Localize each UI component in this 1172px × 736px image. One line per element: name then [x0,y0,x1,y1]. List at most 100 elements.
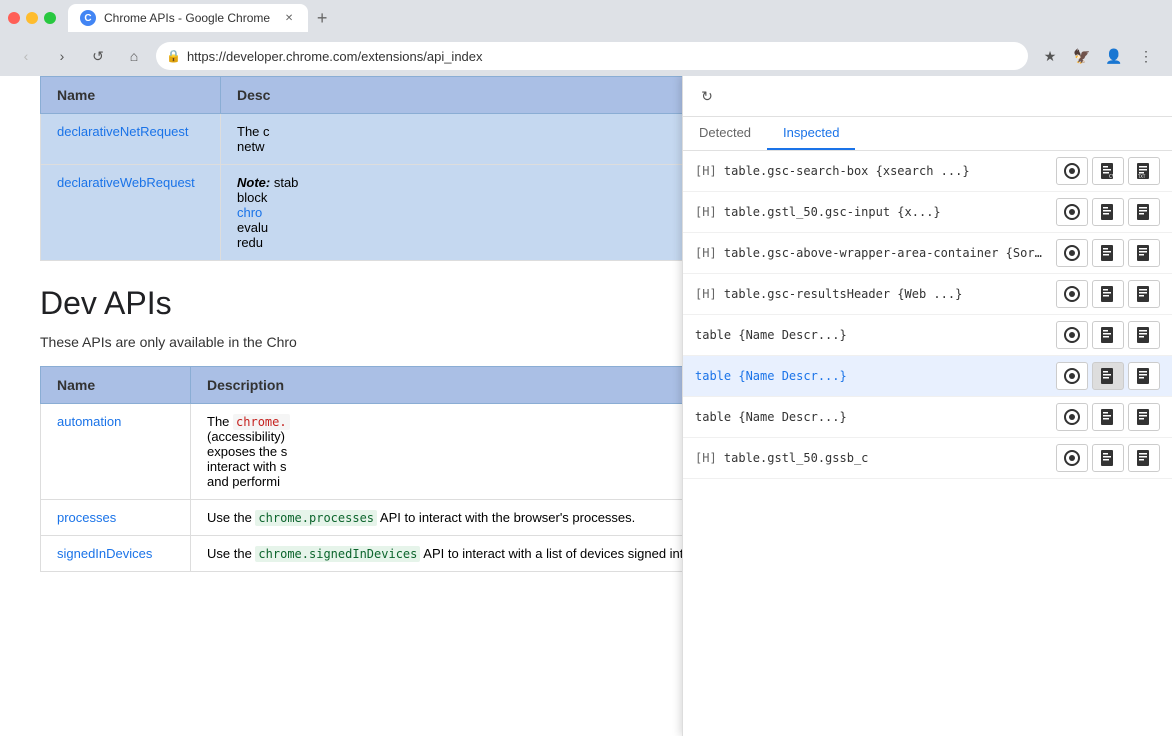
item-label: [H] table.gstl_50.gssb_c [695,451,1048,465]
tab-close-button[interactable]: ✕ [282,11,296,25]
action-txt-button[interactable] [1128,403,1160,431]
active-tab[interactable]: C Chrome APIs - Google Chrome ✕ [68,4,308,32]
action-circle-button[interactable] [1056,362,1088,390]
action-txt-button[interactable] [1128,362,1160,390]
api-name-cell: declarativeNetRequest [41,114,221,165]
list-item[interactable]: [H] table.gstl_50.gssb_c [683,438,1172,479]
action-circle-button[interactable] [1056,444,1088,472]
item-actions [1056,362,1160,390]
forward-button[interactable]: › [48,42,76,70]
api-link[interactable]: declarativeWebRequest [57,175,195,190]
tab-detected[interactable]: Detected [683,117,767,150]
item-label: [H] table.gsc-resultsHeader {Web ...} [695,287,1048,301]
action-txt-button[interactable] [1128,280,1160,308]
panel-items-list: [H] table.gsc-search-box {xsearch ...} C… [683,151,1172,736]
api-link[interactable]: declarativeNetRequest [57,124,189,139]
action-cv-button[interactable] [1092,239,1124,267]
title-bar: C Chrome APIs - Google Chrome ✕ + [0,0,1172,36]
action-circle-button[interactable] [1056,280,1088,308]
list-item[interactable]: [H] table.gsc-above-wrapper-area-contain… [683,233,1172,274]
api-name-cell: automation [41,404,191,500]
back-button[interactable]: ‹ [12,42,40,70]
item-tag: [H] [695,451,724,465]
col-header-name2: Name [41,367,191,404]
item-tag: [H] [695,205,724,219]
nav-actions: ★ 🦅 👤 ⋮ [1036,42,1160,70]
action-circle-button[interactable] [1056,198,1088,226]
traffic-lights [8,12,56,24]
new-tab-button[interactable]: + [308,4,336,32]
lock-icon: 🔒 [166,49,181,63]
extension-panel: ↻ Detected Inspected [H] table.gsc-searc… [682,76,1172,736]
action-circle-button[interactable] [1056,403,1088,431]
item-tag: [H] [695,164,724,178]
extension-icon[interactable]: 🦅 [1068,42,1096,70]
nav-bar: ‹ › ↺ ⌂ 🔒 https://developer.chrome.com/e… [0,36,1172,76]
panel-refresh-button[interactable]: ↻ [695,84,719,108]
item-label: table {Name Descr...} [695,369,1048,383]
list-item[interactable]: table {Name Descr...} [683,315,1172,356]
item-tag: [H] [695,246,724,260]
item-actions [1056,403,1160,431]
action-txt-button[interactable] [1128,198,1160,226]
action-txt-button[interactable] [1128,239,1160,267]
code-snippet: chrome.processes [255,510,377,526]
item-label: table {Name Descr...} [695,410,1048,424]
item-actions [1056,444,1160,472]
maximize-button[interactable] [44,12,56,24]
action-txt-button[interactable] [1128,444,1160,472]
item-tag: [H] [695,287,724,301]
item-actions: CV TXT [1056,157,1160,185]
avatar-button[interactable]: 👤 [1100,42,1128,70]
action-txt-button[interactable] [1128,321,1160,349]
action-cv-button[interactable] [1092,321,1124,349]
item-label: table {Name Descr...} [695,328,1048,342]
browser-frame: C Chrome APIs - Google Chrome ✕ + ‹ › ↺ … [0,0,1172,736]
home-button[interactable]: ⌂ [120,42,148,70]
action-cv-button[interactable] [1092,362,1124,390]
tab-title: Chrome APIs - Google Chrome [104,11,270,25]
action-circle-button[interactable] [1056,239,1088,267]
action-cv-button[interactable] [1092,198,1124,226]
close-button[interactable] [8,12,20,24]
list-item[interactable]: table {Name Descr...} [683,356,1172,397]
item-label: [H] table.gsc-above-wrapper-area-contain… [695,246,1048,260]
item-actions [1056,280,1160,308]
item-label: [H] table.gstl_50.gsc-input {x...} [695,205,1048,219]
signed-in-devices-link[interactable]: signedInDevices [57,546,152,561]
minimize-button[interactable] [26,12,38,24]
note-label: Note: [237,175,270,190]
chro-link[interactable]: chro [237,205,262,220]
action-circle-button[interactable] [1056,157,1088,185]
panel-tabs: Detected Inspected [683,117,1172,151]
tab-inspected[interactable]: Inspected [767,117,855,150]
list-item[interactable]: [H] table.gsc-search-box {xsearch ...} C… [683,151,1172,192]
action-cv-button[interactable] [1092,444,1124,472]
col-header-name: Name [41,77,221,114]
action-circle-button[interactable] [1056,321,1088,349]
tab-favicon: C [80,10,96,26]
address-bar[interactable]: 🔒 https://developer.chrome.com/extension… [156,42,1028,70]
action-cv-button[interactable] [1092,280,1124,308]
action-txt-button[interactable]: TXT [1128,157,1160,185]
list-item[interactable]: [H] table.gstl_50.gsc-input {x...} [683,192,1172,233]
main-content: Name Desc declarativeNetRequest The cnet… [0,76,1172,736]
svg-text:CV: CV [1109,174,1115,180]
item-label: [H] table.gsc-search-box {xsearch ...} [695,164,1048,178]
code-snippet: chrome.signedInDevices [255,546,420,562]
processes-link[interactable]: processes [57,510,116,525]
api-name-cell: signedInDevices [41,536,191,572]
tab-bar: C Chrome APIs - Google Chrome ✕ + [68,4,1164,32]
url-text: https://developer.chrome.com/extensions/… [187,49,483,64]
automation-link[interactable]: automation [57,414,121,429]
action-cv-button[interactable]: CV [1092,157,1124,185]
svg-text:TXT: TXT [1138,174,1146,179]
panel-header: ↻ [683,76,1172,117]
bookmark-button[interactable]: ★ [1036,42,1064,70]
list-item[interactable]: table {Name Descr...} [683,397,1172,438]
action-cv-button[interactable] [1092,403,1124,431]
list-item[interactable]: [H] table.gsc-resultsHeader {Web ...} [683,274,1172,315]
menu-button[interactable]: ⋮ [1132,42,1160,70]
reload-button[interactable]: ↺ [84,42,112,70]
item-actions [1056,239,1160,267]
